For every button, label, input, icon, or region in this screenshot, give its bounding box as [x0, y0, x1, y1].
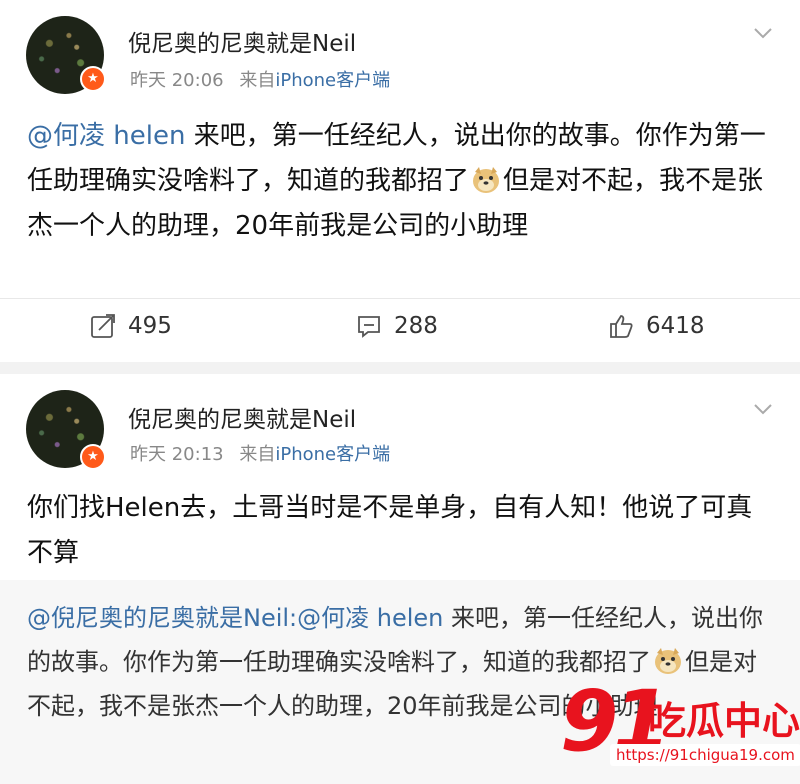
source-link[interactable]: iPhone客户端 [275, 70, 390, 91]
chevron-down-icon[interactable] [752, 398, 774, 420]
weibo-post-1: ★ 倪尼奥的尼奥就是Neil 昨天 20:06 来自iPhone客户端 @何凌 … [0, 0, 800, 362]
feed-divider [0, 362, 800, 374]
site-watermark: 91 吃瓜中心 https://91chigua19.com [560, 672, 800, 784]
watermark-url: https://91chigua19.com [610, 744, 800, 766]
doge-emoji-icon [655, 648, 681, 674]
repost-button[interactable]: 495 [90, 313, 172, 339]
post-text: @何凌 helen 来吧，第一任经纪人，说出你的故事。你作为第一任助理确实没啥料… [27, 114, 773, 249]
chevron-down-icon[interactable] [752, 22, 774, 44]
doge-emoji-icon [473, 167, 500, 193]
source-link[interactable]: iPhone客户端 [275, 444, 390, 465]
comment-icon [358, 316, 380, 338]
post-meta: 昨天 20:06 来自iPhone客户端 [130, 66, 390, 92]
watermark-title: 吃瓜中心 [648, 699, 800, 743]
post-time: 昨天 20:06 [130, 70, 224, 91]
action-bar: 495 288 6418 [0, 298, 800, 358]
mention-link[interactable]: @何凌 helen [27, 121, 185, 151]
repost-icon [91, 314, 115, 338]
mention-link[interactable]: @倪尼奥的尼奥就是Neil:@何凌 helen [27, 604, 443, 632]
username[interactable]: 倪尼奥的尼奥就是Neil [128, 400, 356, 434]
username[interactable]: 倪尼奥的尼奥就是Neil [128, 24, 356, 58]
comment-button[interactable]: 288 [356, 313, 438, 339]
source-prefix: 来自 [239, 70, 276, 91]
repost-count: 495 [128, 313, 172, 339]
like-icon [610, 315, 633, 338]
like-button[interactable]: 6418 [608, 313, 705, 339]
verified-badge-icon: ★ [80, 66, 106, 92]
post-text: 你们找Helen去，土哥当时是不是单身，自有人知！他说了可真不算 [27, 493, 753, 568]
source-prefix: 来自 [239, 444, 276, 465]
post-meta: 昨天 20:13 来自iPhone客户端 [130, 440, 390, 466]
verified-badge-icon: ★ [80, 444, 106, 470]
post-time: 昨天 20:13 [130, 444, 224, 465]
comment-count: 288 [394, 313, 438, 339]
like-count: 6418 [646, 313, 705, 339]
